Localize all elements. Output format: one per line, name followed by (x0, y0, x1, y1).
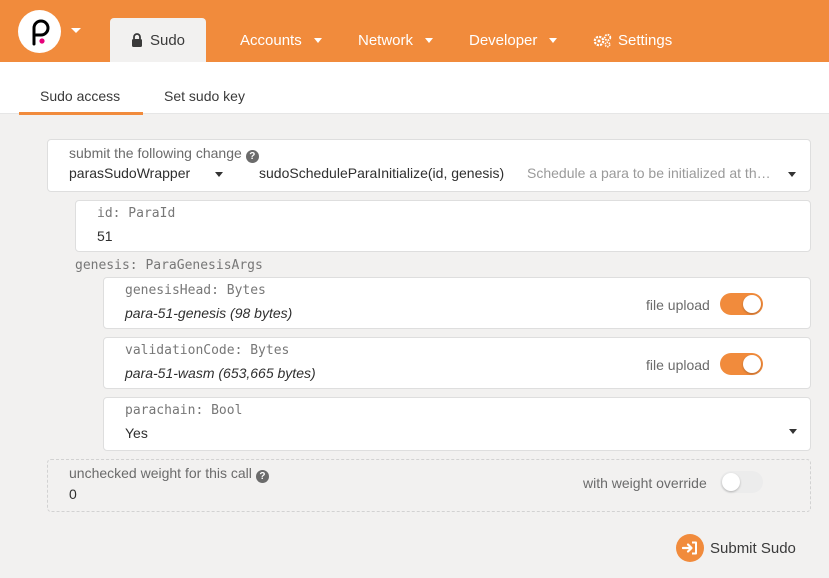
param-id-value[interactable]: 51 (97, 228, 113, 244)
gears-icon (593, 33, 612, 48)
validation-code-value[interactable]: para-51-wasm (653,665 bytes) (125, 365, 316, 381)
polkadot-logo-icon[interactable] (18, 10, 61, 53)
section-dropdown[interactable]: parasSudoWrapper (69, 165, 190, 181)
method-dropdown[interactable]: sudoScheduleParaInitialize(id, genesis) (259, 165, 504, 181)
validation-code-label: validationCode: Bytes (125, 343, 290, 358)
genesis-head-toggle-label: file upload (646, 297, 710, 313)
param-validation-code-field[interactable]: validationCode: Bytes para-51-wasm (653,… (103, 337, 811, 389)
active-tab-indicator (19, 112, 143, 115)
nav-developer[interactable]: Developer (469, 30, 558, 50)
tab-set-sudo-key[interactable]: Set sudo key (164, 88, 245, 104)
submit-sudo-button[interactable]: Submit Sudo (676, 534, 796, 562)
lock-icon (131, 33, 142, 47)
nav-accounts[interactable]: Accounts (240, 30, 322, 50)
weight-override-toggle[interactable] (720, 471, 763, 493)
sub-tab-bar: Sudo access Set sudo key (0, 62, 829, 115)
chain-selector-caret-icon[interactable] (71, 28, 81, 33)
chevron-down-icon (313, 37, 322, 43)
tab-sudo[interactable]: Sudo (110, 18, 206, 62)
weight-label: unchecked weight for this call? (69, 465, 269, 483)
method-description: Schedule a para to be initialized at th… (527, 165, 771, 181)
genesis-head-value[interactable]: para-51-genesis (98 bytes) (125, 305, 292, 321)
genesis-head-file-upload-toggle[interactable] (720, 293, 763, 315)
nav-network[interactable]: Network (358, 30, 434, 50)
param-id-field[interactable]: id: ParaId 51 (75, 200, 811, 252)
chevron-down-icon (425, 37, 434, 43)
help-icon[interactable]: ? (245, 150, 259, 163)
param-genesis-label: genesis: ParaGenesisArgs (75, 258, 263, 273)
tab-sudo-access[interactable]: Sudo access (40, 88, 120, 104)
parachain-label: parachain: Bool (125, 403, 243, 418)
section-chevron-down-icon[interactable] (215, 172, 223, 177)
param-id-label: id: ParaId (97, 206, 176, 221)
top-nav-bar: Sudo Accounts Network Developer Settings (0, 0, 829, 62)
parachain-value[interactable]: Yes (125, 425, 148, 441)
chevron-down-icon[interactable] (789, 429, 797, 434)
validation-code-toggle-label: file upload (646, 357, 710, 373)
sign-in-icon (676, 534, 704, 562)
validation-code-file-upload-toggle[interactable] (720, 353, 763, 375)
chevron-down-icon (549, 37, 558, 43)
extrinsic-selector[interactable]: submit the following change? parasSudoWr… (47, 139, 811, 192)
extrinsic-label: submit the following change? (69, 145, 259, 163)
param-parachain-dropdown[interactable]: parachain: Bool Yes (103, 397, 811, 451)
nav-network-label: Network (358, 31, 414, 49)
weight-value[interactable]: 0 (69, 486, 77, 502)
nav-settings-label: Settings (618, 31, 673, 49)
weight-override-toggle-label: with weight override (583, 475, 707, 491)
nav-accounts-label: Accounts (240, 31, 302, 49)
method-chevron-down-icon[interactable] (788, 172, 796, 177)
nav-developer-label: Developer (469, 31, 538, 49)
weight-override-panel: unchecked weight for this call? 0 with w… (47, 459, 811, 512)
param-genesis-head-field[interactable]: genesisHead: Bytes para-51-genesis (98 b… (103, 277, 811, 329)
tab-sudo-label: Sudo (149, 31, 186, 49)
submit-sudo-label: Submit Sudo (710, 539, 796, 557)
nav-settings[interactable]: Settings (593, 30, 672, 50)
genesis-head-label: genesisHead: Bytes (125, 283, 266, 298)
help-icon[interactable]: ? (255, 470, 269, 483)
